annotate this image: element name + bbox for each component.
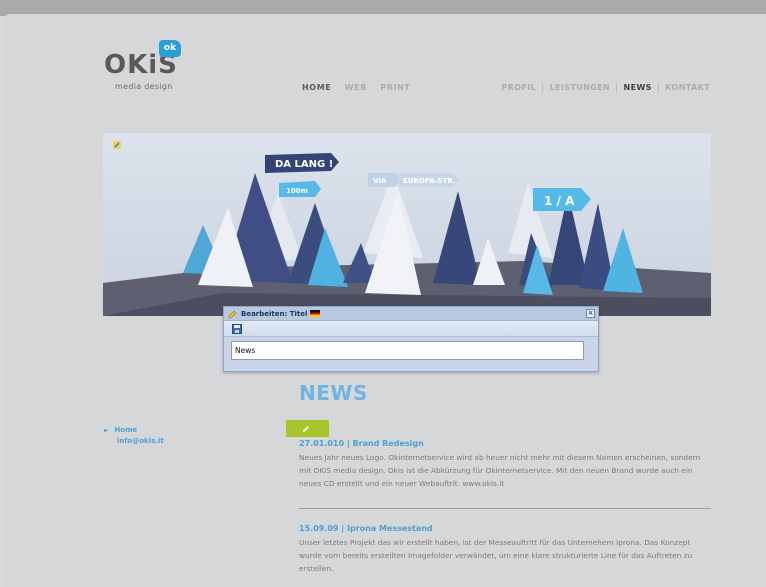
dialog-toolbar — [224, 321, 598, 337]
edit-title-dialog: Bearbeiten: Titel × News — [223, 306, 599, 372]
nav-separator: | — [615, 83, 619, 92]
okis-logo[interactable]: OKiS ok media design — [104, 38, 194, 94]
nav-print[interactable]: PRINT — [380, 83, 410, 92]
nav-leistungen[interactable]: LEISTUNGEN — [549, 83, 610, 92]
title-input[interactable]: News — [231, 341, 584, 360]
sign-europa-str: EUROPA-STR. — [403, 177, 456, 185]
save-disk-icon[interactable] — [232, 324, 242, 334]
logo-badge: ok — [159, 40, 181, 57]
nav-separator: | — [656, 83, 661, 92]
arrow-right-icon: ► — [104, 427, 109, 434]
page-title: NEWS — [299, 381, 368, 405]
article-body: Neues Jahr neues Logo. Okinternetservice… — [299, 453, 701, 488]
article-divider — [299, 508, 711, 509]
edit-content-button[interactable] — [286, 420, 329, 437]
article-body: Unser letztes Projekt das wir erstellt h… — [299, 538, 693, 573]
pencil-icon — [228, 310, 237, 319]
header-banner-image: DA LANG ! 100m VIA EUROPA-STR. 1 / A — [103, 133, 711, 316]
sign-da-lang: DA LANG ! — [275, 159, 333, 170]
pencil-icon — [303, 426, 309, 432]
nav-profil[interactable]: PROFIL — [501, 83, 536, 92]
sign-via: VIA — [373, 177, 387, 185]
news-article: 15.09.09 | Iprona Messestand Unser letzt… — [299, 524, 711, 575]
nav-kontakt[interactable]: KONTAKT — [665, 83, 710, 92]
secondary-navigation: PROFIL | LEISTUNGEN | NEWS | KONTAKT — [501, 83, 710, 92]
side-links: ► Home info@okis.it — [104, 425, 164, 446]
sign-1a: 1 / A — [544, 194, 575, 208]
side-link-home[interactable]: Home — [114, 426, 137, 434]
side-link-email[interactable]: info@okis.it — [117, 437, 164, 445]
nav-web[interactable]: WEB — [345, 83, 367, 92]
article-title[interactable]: 15.09.09 | Iprona Messestand — [299, 524, 711, 533]
nav-news[interactable]: NEWS — [623, 83, 651, 92]
main-navigation: HOME WEB PRINT — [302, 83, 420, 92]
german-flag-icon — [310, 310, 321, 317]
banner-edit-pencil-icon[interactable] — [112, 140, 122, 150]
dialog-close-button[interactable]: × — [586, 309, 595, 318]
news-article: 27.01.010 | Brand Redesign Neues Jahr ne… — [299, 439, 711, 490]
article-title[interactable]: 27.01.010 | Brand Redesign — [299, 439, 711, 448]
dialog-title: Bearbeiten: Titel — [241, 310, 308, 318]
logo-subtitle: media design — [115, 82, 173, 91]
dialog-titlebar[interactable]: Bearbeiten: Titel × — [224, 307, 598, 321]
nav-separator: | — [541, 83, 545, 92]
sign-100m: 100m — [286, 187, 308, 195]
nav-home[interactable]: HOME — [302, 83, 331, 92]
